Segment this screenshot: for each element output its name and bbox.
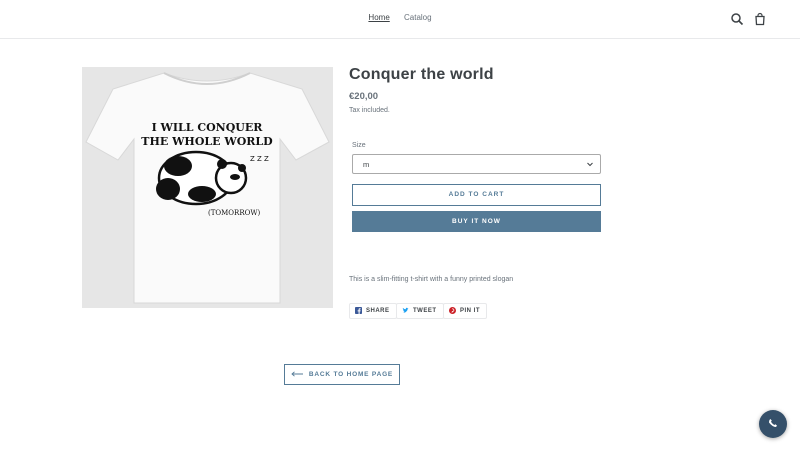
twitter-icon: [402, 307, 409, 316]
product-price: €20,00: [349, 91, 379, 102]
tweet-button[interactable]: TWEET: [396, 303, 444, 319]
share-facebook-button[interactable]: SHARE: [349, 303, 397, 319]
chat-button[interactable]: [759, 410, 787, 438]
pin-it-button[interactable]: PIN IT: [443, 303, 488, 319]
add-to-cart-button[interactable]: ADD TO CART: [352, 184, 601, 206]
share-label: SHARE: [366, 308, 390, 314]
product-title: Conquer the world: [349, 66, 494, 83]
product-description: This is a slim-fitting t-shirt with a fu…: [349, 276, 514, 283]
main-nav: Home Catalog: [0, 13, 800, 22]
shirt-print-text: (TOMORROW): [208, 209, 261, 217]
tweet-label: TWEET: [413, 308, 437, 314]
back-to-home-button[interactable]: BACK TO HOME PAGE: [284, 364, 400, 385]
shirt-print-text: Z Z Z: [250, 155, 269, 163]
search-icon[interactable]: [730, 12, 744, 26]
shirt-print-text: I WILL CONQUER: [152, 121, 264, 134]
product-image: I WILL CONQUER THE WHOLE WORLD Z Z Z (TO…: [82, 67, 333, 308]
size-value: m: [363, 160, 370, 169]
tax-note: Tax included.: [349, 107, 390, 114]
site-header: Home Catalog: [0, 0, 800, 39]
arrow-left-icon: [291, 370, 303, 379]
size-select[interactable]: m: [352, 154, 601, 174]
phone-icon: [768, 415, 778, 433]
pin-label: PIN IT: [460, 308, 481, 314]
size-label: Size: [352, 142, 366, 149]
shirt-print-text: THE WHOLE WORLD: [141, 135, 273, 148]
cart-icon[interactable]: [753, 12, 767, 26]
buy-now-button[interactable]: BUY IT NOW: [352, 211, 601, 232]
pinterest-icon: [449, 306, 456, 316]
nav-catalog-link[interactable]: Catalog: [404, 13, 432, 22]
nav-home-link[interactable]: Home: [368, 13, 389, 22]
chevron-down-icon: [586, 160, 594, 168]
back-label: BACK TO HOME PAGE: [308, 371, 394, 378]
facebook-icon: [355, 306, 362, 316]
